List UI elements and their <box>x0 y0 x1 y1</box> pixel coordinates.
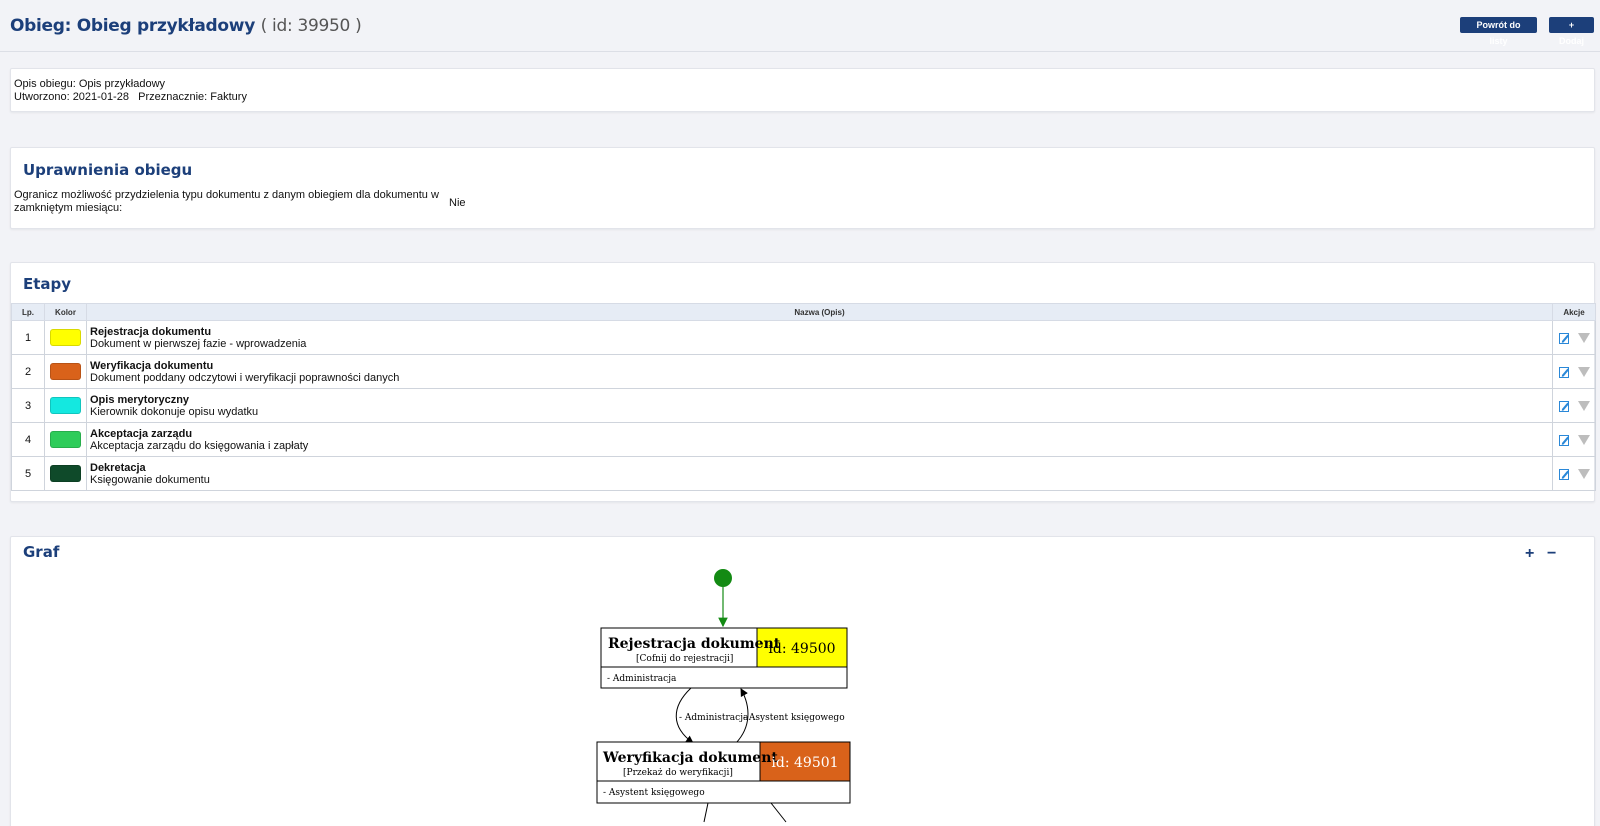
edit-icon[interactable] <box>1558 366 1570 378</box>
stage-actions <box>1552 456 1596 491</box>
arrow-down-icon[interactable] <box>1577 400 1590 411</box>
node-1-id: id: 49500 <box>768 641 835 657</box>
stage-actions <box>1552 354 1596 389</box>
table-row: 3 Opis merytoryczny Kierownik dokonuje opi… <box>11 388 1596 423</box>
arrow-down-icon[interactable] <box>1577 468 1590 479</box>
color-swatch <box>50 363 81 380</box>
stages-table-header: Lp. Kolor Nazwa (Opis) Akcje <box>11 303 1596 321</box>
graph-title: Graf <box>23 543 60 561</box>
color-swatch <box>50 397 81 414</box>
permissions-value: Nie <box>449 197 466 209</box>
stage-name: Rejestracja dokumentu <box>90 325 212 338</box>
col-akcje: Akcje <box>1552 303 1596 321</box>
stage-color <box>44 320 87 355</box>
color-swatch <box>50 329 81 346</box>
permissions-text: Ogranicz możliwość przydzielenia typu do… <box>14 189 439 214</box>
node-1-name: Rejestracja dokument <box>608 636 781 652</box>
graph-card: Rejestracja dokument [Cofnij do rejestra… <box>10 536 1595 826</box>
stage-name: Dekretacja <box>90 461 146 474</box>
table-row: 5 Dekretacja Księgowanie dokumentu <box>11 456 1596 491</box>
zoom-in-button[interactable]: + <box>1525 545 1534 563</box>
edit-icon[interactable] <box>1558 434 1570 446</box>
stage-name: Akceptacja zarządu <box>90 427 193 440</box>
stage-description: Kierownik dokonuje opisu wydatku <box>90 405 259 418</box>
stage-actions <box>1552 388 1596 423</box>
edge-2-down-b <box>770 802 787 823</box>
table-row: 2 Weryfikacja dokumentu Dokument poddany o… <box>11 354 1596 389</box>
color-swatch <box>50 465 81 482</box>
stage-description: Dokument w pierwszej fazie - wprowadzeni… <box>90 337 307 350</box>
edge-label-2: - Asystent księgowego <box>743 713 845 723</box>
stage-lp: 2 <box>11 354 45 389</box>
node-2-name: Weryfikacja dokument <box>602 750 778 766</box>
info-description: Opis obiegu: Opis przykładowy <box>14 78 166 90</box>
stages-title: Etapy <box>23 275 72 293</box>
col-kolor: Kolor <box>44 303 87 321</box>
stage-lp: 4 <box>11 422 45 457</box>
stage-actions <box>1552 320 1596 355</box>
edit-icon[interactable] <box>1558 468 1570 480</box>
stages-table: Lp. Kolor Nazwa (Opis) Akcje 1 Rejestracj… <box>11 303 1596 491</box>
stages-card: Etapy Lp. Kolor Nazwa (Opis) Akcje 1 Reje… <box>10 262 1596 502</box>
info-card: Opis obiegu: Opis przykładowy Utworzono:… <box>10 68 1595 112</box>
edit-icon[interactable] <box>1558 332 1570 344</box>
arrow-down-icon[interactable] <box>1577 434 1590 445</box>
permissions-card: Uprawnienia obiegu Ogranicz możliwość pr… <box>10 147 1595 229</box>
stage-color <box>44 388 87 423</box>
col-nazwa: Nazwa (Opis) <box>86 303 1553 321</box>
stage-color <box>44 456 87 491</box>
node-1-role: - Administracja <box>607 674 677 684</box>
stage-lp: 5 <box>11 456 45 491</box>
permissions-title: Uprawnienia obiegu <box>23 161 193 179</box>
stage-name: Opis merytoryczny <box>90 393 190 406</box>
col-lp: Lp. <box>11 303 45 321</box>
graph-node-1[interactable]: Rejestracja dokument [Cofnij do rejestra… <box>600 627 848 689</box>
stage-color <box>44 354 87 389</box>
color-swatch <box>50 431 81 448</box>
node-1-action: [Cofnij do rejestracji] <box>636 654 733 664</box>
edge-label-1: - Administracja <box>679 713 749 723</box>
stage-name-cell: Opis merytoryczny Kierownik dokonuje opis… <box>86 388 1553 423</box>
add-button[interactable]: + Dodaj <box>1549 17 1594 46</box>
arrow-down-icon[interactable] <box>1577 332 1590 343</box>
edit-icon[interactable] <box>1558 400 1570 412</box>
stage-name-cell: Rejestracja dokumentu Dokument w pierwsze… <box>86 320 1553 355</box>
graph-canvas[interactable]: Rejestracja dokument [Cofnij do rejestra… <box>11 537 1596 826</box>
edge-2-down-a <box>703 802 709 823</box>
arrow-down-icon[interactable] <box>1577 366 1590 377</box>
stage-name-cell: Dekretacja Księgowanie dokumentu <box>86 456 1553 491</box>
stage-description: Dokument poddany odczytowi i weryfikacji… <box>90 371 400 384</box>
table-row: 4 Akceptacja zarządu Akceptacja zarządu do… <box>11 422 1596 457</box>
stage-name-cell: Akceptacja zarządu Akceptacja zarządu do … <box>86 422 1553 457</box>
stage-name: Weryfikacja dokumentu <box>90 359 214 372</box>
zoom-out-button[interactable]: − <box>1547 545 1556 563</box>
back-to-list-button[interactable]: Powrót do listy <box>1460 17 1537 46</box>
table-row: 1 Rejestracja dokumentu Dokument w pierwsz… <box>11 320 1596 355</box>
info-created: Utworzono: 2021-01-28 Przeznacznie: Fakt… <box>14 91 247 103</box>
stage-lp: 1 <box>11 320 45 355</box>
stage-color <box>44 422 87 457</box>
stage-description: Księgowanie dokumentu <box>90 473 210 486</box>
stage-name-cell: Weryfikacja dokumentu Dokument poddany od… <box>86 354 1553 389</box>
graph-node-2[interactable]: Weryfikacja dokument [Przekaż do weryfik… <box>596 741 851 804</box>
page-title: Obieg: Obieg przykładowy ( id: 39950 ) <box>10 16 362 36</box>
start-node <box>714 569 732 587</box>
page-header: Obieg: Obieg przykładowy ( id: 39950 ) P… <box>0 0 1600 52</box>
node-2-role: - Asystent księgowego <box>603 788 705 798</box>
stage-actions <box>1552 422 1596 457</box>
node-2-id: id: 49501 <box>771 755 838 771</box>
stage-lp: 3 <box>11 388 45 423</box>
stage-description: Akceptacja zarządu do księgowania i zapł… <box>90 439 309 452</box>
page-title-id: ( id: 39950 ) <box>260 16 362 36</box>
node-2-action: [Przekaż do weryfikacji] <box>623 768 733 778</box>
page-title-text: Obieg: Obieg przykładowy <box>10 16 255 36</box>
